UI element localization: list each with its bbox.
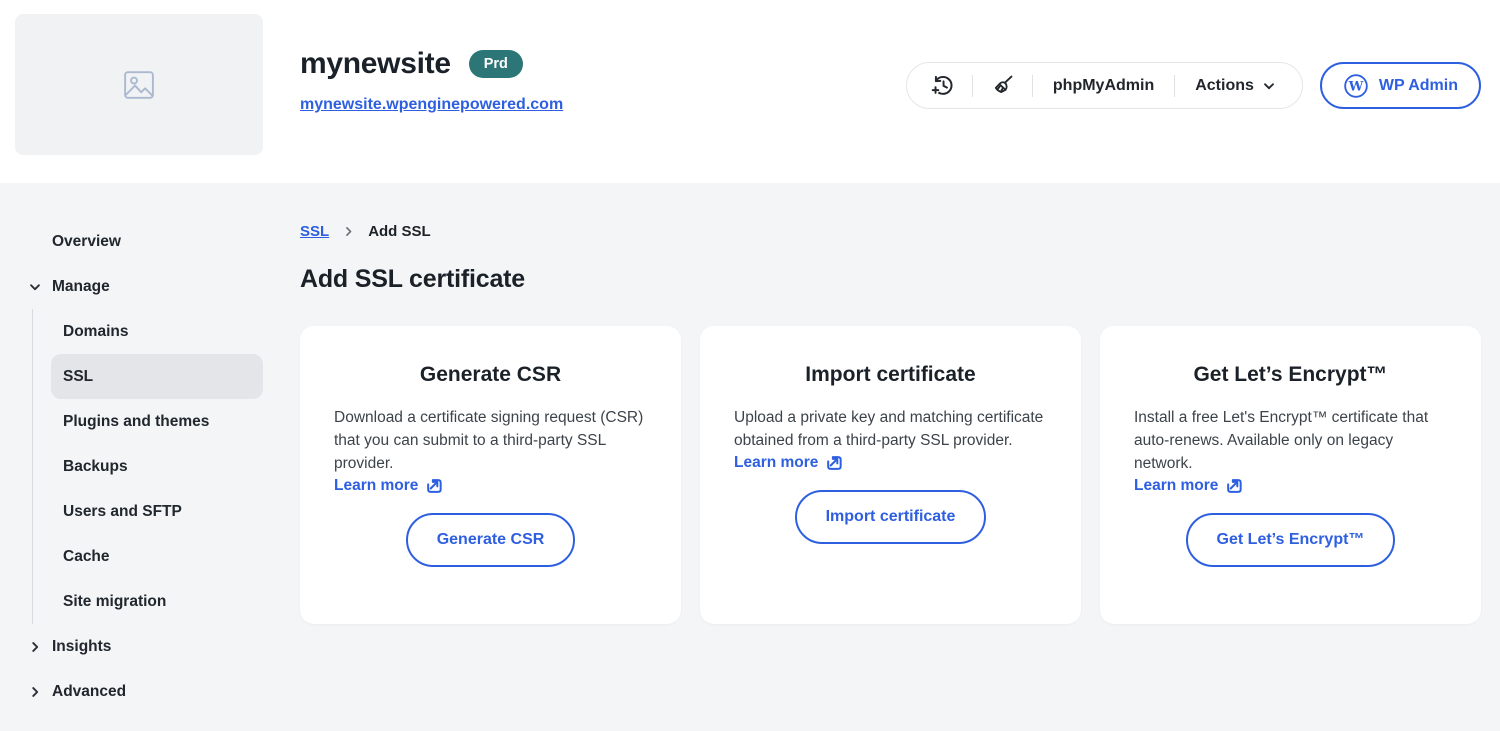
chevron-down-icon — [1262, 79, 1276, 93]
learn-more-label: Learn more — [734, 454, 818, 472]
sidebar-item-label: SSL — [63, 368, 93, 386]
card-description: Install a free Let's Encrypt™ certificat… — [1134, 406, 1447, 475]
card-title: Import certificate — [734, 363, 1047, 387]
clear-cache-button[interactable] — [973, 63, 1032, 108]
sidebar-item-domains[interactable]: Domains — [33, 309, 300, 354]
card-description: Download a certificate signing request (… — [334, 406, 647, 475]
sidebar-item-label: Domains — [63, 323, 128, 341]
wordpress-icon: W — [1343, 73, 1369, 99]
card-import-certificate: Import certificate Upload a private key … — [700, 326, 1081, 624]
external-link-icon — [424, 476, 444, 496]
backup-restore-button[interactable] — [913, 63, 972, 108]
learn-more-link[interactable]: Learn more — [1134, 476, 1244, 496]
learn-more-label: Learn more — [334, 477, 418, 495]
card-generate-csr: Generate CSR Download a certificate sign… — [300, 326, 681, 624]
sidebar-item-advanced[interactable]: Advanced — [0, 669, 300, 714]
svg-text:W: W — [1348, 79, 1364, 94]
page-title: Add SSL certificate — [300, 265, 1481, 294]
sidebar-item-label: Overview — [52, 233, 121, 251]
actions-label: Actions — [1195, 77, 1254, 95]
main-content: SSL Add SSL Add SSL certificate Generate… — [300, 183, 1481, 624]
sidebar-item-users-and-sftp[interactable]: Users and SFTP — [33, 489, 300, 534]
wp-admin-button[interactable]: W WP Admin — [1320, 62, 1481, 109]
site-toolbar: phpMyAdmin Actions — [906, 62, 1303, 109]
image-placeholder-icon — [119, 65, 159, 105]
sidebar-item-insights[interactable]: Insights — [0, 624, 300, 669]
site-header: mynewsite Prd mynewsite.wpenginepowered.… — [0, 0, 1500, 183]
site-thumbnail — [15, 14, 263, 155]
breadcrumb-ssl-link[interactable]: SSL — [300, 223, 329, 240]
sidebar-item-label: Advanced — [52, 683, 126, 701]
breadcrumb-current: Add SSL — [368, 223, 431, 240]
sidebar-item-label: Insights — [52, 638, 111, 656]
sidebar-item-label: Cache — [63, 548, 110, 566]
site-title-block: mynewsite Prd mynewsite.wpenginepowered.… — [300, 47, 563, 114]
learn-more-link[interactable]: Learn more — [334, 476, 444, 496]
sidebar-item-label: Users and SFTP — [63, 503, 182, 521]
ssl-option-cards: Generate CSR Download a certificate sign… — [300, 326, 1481, 624]
sidebar: Overview Manage Domains SSL Plugins and … — [0, 183, 300, 714]
chevron-right-icon — [28, 640, 52, 654]
chevron-down-icon — [28, 280, 52, 294]
sidebar-item-manage[interactable]: Manage — [0, 264, 300, 309]
sidebar-item-label: Manage — [52, 278, 110, 296]
phpmyadmin-label: phpMyAdmin — [1053, 77, 1154, 95]
workspace: Overview Manage Domains SSL Plugins and … — [0, 183, 1500, 731]
import-certificate-button[interactable]: Import certificate — [795, 490, 987, 544]
sidebar-item-label: Backups — [63, 458, 128, 476]
chevron-right-icon — [342, 225, 355, 238]
phpmyadmin-button[interactable]: phpMyAdmin — [1033, 77, 1174, 95]
card-title: Generate CSR — [334, 363, 647, 387]
site-name: mynewsite — [300, 47, 451, 81]
sidebar-item-label: Plugins and themes — [63, 413, 209, 431]
sidebar-item-label: Site migration — [63, 593, 166, 611]
learn-more-link[interactable]: Learn more — [734, 453, 844, 473]
sidebar-manage-group: Domains SSL Plugins and themes Backups U… — [32, 309, 300, 624]
sidebar-item-overview[interactable]: Overview — [0, 219, 300, 264]
sidebar-item-cache[interactable]: Cache — [33, 534, 300, 579]
card-title: Get Let’s Encrypt™ — [1134, 363, 1447, 387]
chevron-right-icon — [28, 685, 52, 699]
sidebar-item-ssl[interactable]: SSL — [51, 354, 263, 399]
generate-csr-button[interactable]: Generate CSR — [406, 513, 576, 567]
header-actions: phpMyAdmin Actions W WP Admin — [906, 62, 1481, 109]
clear-cache-icon — [990, 73, 1015, 98]
backup-restore-icon — [930, 73, 955, 98]
actions-dropdown[interactable]: Actions — [1175, 77, 1296, 95]
environment-badge: Prd — [469, 50, 523, 79]
card-description: Upload a private key and matching certif… — [734, 406, 1047, 452]
sidebar-item-plugins-and-themes[interactable]: Plugins and themes — [33, 399, 300, 444]
external-link-icon — [1224, 476, 1244, 496]
wp-admin-label: WP Admin — [1379, 77, 1458, 95]
breadcrumb: SSL Add SSL — [300, 223, 1481, 240]
learn-more-label: Learn more — [1134, 477, 1218, 495]
site-url-link[interactable]: mynewsite.wpenginepowered.com — [300, 96, 563, 114]
sidebar-item-site-migration[interactable]: Site migration — [33, 579, 300, 624]
card-lets-encrypt: Get Let’s Encrypt™ Install a free Let's … — [1100, 326, 1481, 624]
sidebar-item-backups[interactable]: Backups — [33, 444, 300, 489]
get-lets-encrypt-button[interactable]: Get Let’s Encrypt™ — [1186, 513, 1396, 567]
external-link-icon — [824, 453, 844, 473]
